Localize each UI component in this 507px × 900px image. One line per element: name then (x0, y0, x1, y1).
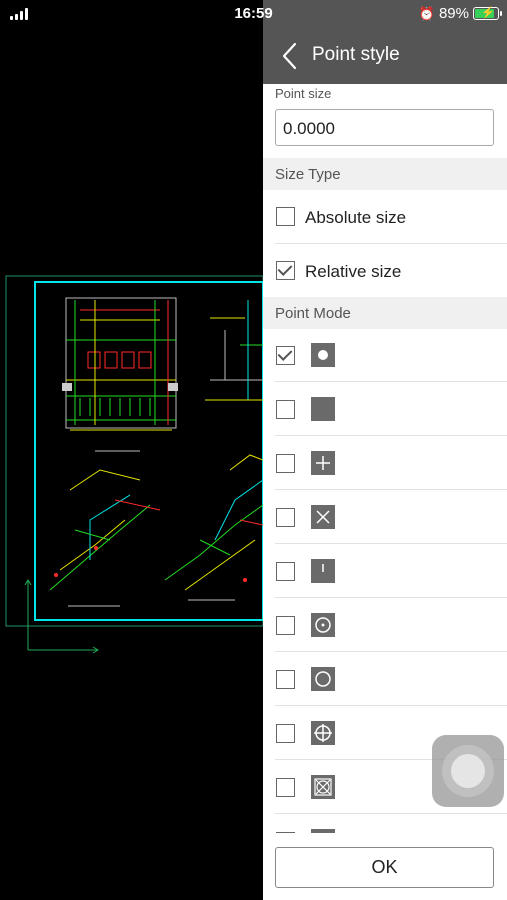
section-drawing (205, 300, 263, 401)
point-mode-header: Point Mode (263, 297, 507, 329)
back-button[interactable] (281, 42, 299, 75)
assistive-touch-button[interactable] (432, 735, 504, 807)
absolute-size-label: Absolute size (305, 208, 407, 227)
filled-dot-icon (311, 343, 335, 367)
relative-size-label: Relative size (305, 262, 402, 281)
point-mode-checkbox[interactable] (276, 346, 295, 365)
battery-icon: ⚡ (473, 7, 502, 20)
point-mode-row[interactable] (263, 544, 507, 598)
point-mode-checkbox[interactable] (276, 670, 295, 689)
size-type-header: Size Type (263, 158, 507, 190)
point-mode-checkbox[interactable] (276, 616, 295, 635)
point-mode-row[interactable] (263, 490, 507, 544)
circle-x-icon (311, 775, 335, 799)
cad-drawing-canvas[interactable] (0, 0, 263, 900)
point-mode-checkbox[interactable] (276, 778, 295, 797)
circle-dot-icon (311, 613, 335, 637)
vertical-tick-icon (311, 559, 335, 583)
panel-footer: OK (263, 833, 507, 900)
panel-title: Point style (312, 44, 400, 65)
chevron-left-icon (282, 42, 297, 70)
battery-percent: 89% (438, 5, 469, 22)
x-icon (311, 505, 335, 529)
status-right: ⏰ 89% ⚡ (418, 5, 502, 22)
status-bar: 16:59 ⏰ 89% ⚡ (0, 0, 507, 28)
absolute-size-checkbox[interactable] (276, 207, 295, 226)
option-relative-size[interactable]: Relative size (263, 244, 507, 298)
ok-button[interactable]: OK (275, 847, 494, 888)
point-mode-checkbox[interactable] (276, 562, 295, 581)
point-mode-row[interactable] (263, 328, 507, 382)
blank-square-icon (311, 397, 335, 421)
plan-drawing (62, 297, 178, 452)
point-mode-checkbox[interactable] (276, 508, 295, 527)
alarm-clock-icon: ⏰ (418, 5, 435, 21)
point-mode-row[interactable] (263, 598, 507, 652)
circle-plus-icon (311, 721, 335, 745)
point-mode-row[interactable] (263, 382, 507, 436)
pipe-diagram-left (49, 469, 161, 607)
plus-icon (311, 451, 335, 475)
point-mode-checkbox[interactable] (276, 454, 295, 473)
option-absolute-size[interactable]: Absolute size (263, 190, 507, 244)
cad-drawing (5, 275, 263, 654)
point-mode-checkbox[interactable] (276, 724, 295, 743)
charging-bolt-icon: ⚡ (481, 7, 495, 19)
circle-icon (311, 667, 335, 691)
point-mode-row[interactable] (263, 652, 507, 706)
point-size-input[interactable]: 0.0000 (275, 109, 494, 146)
pipe-diagram-right (164, 454, 263, 601)
relative-size-checkbox[interactable] (276, 261, 295, 280)
point-size-label: Point size (275, 86, 332, 101)
point-mode-row[interactable] (263, 814, 507, 833)
point-mode-checkbox[interactable] (276, 400, 295, 419)
point-mode-row[interactable] (263, 436, 507, 490)
